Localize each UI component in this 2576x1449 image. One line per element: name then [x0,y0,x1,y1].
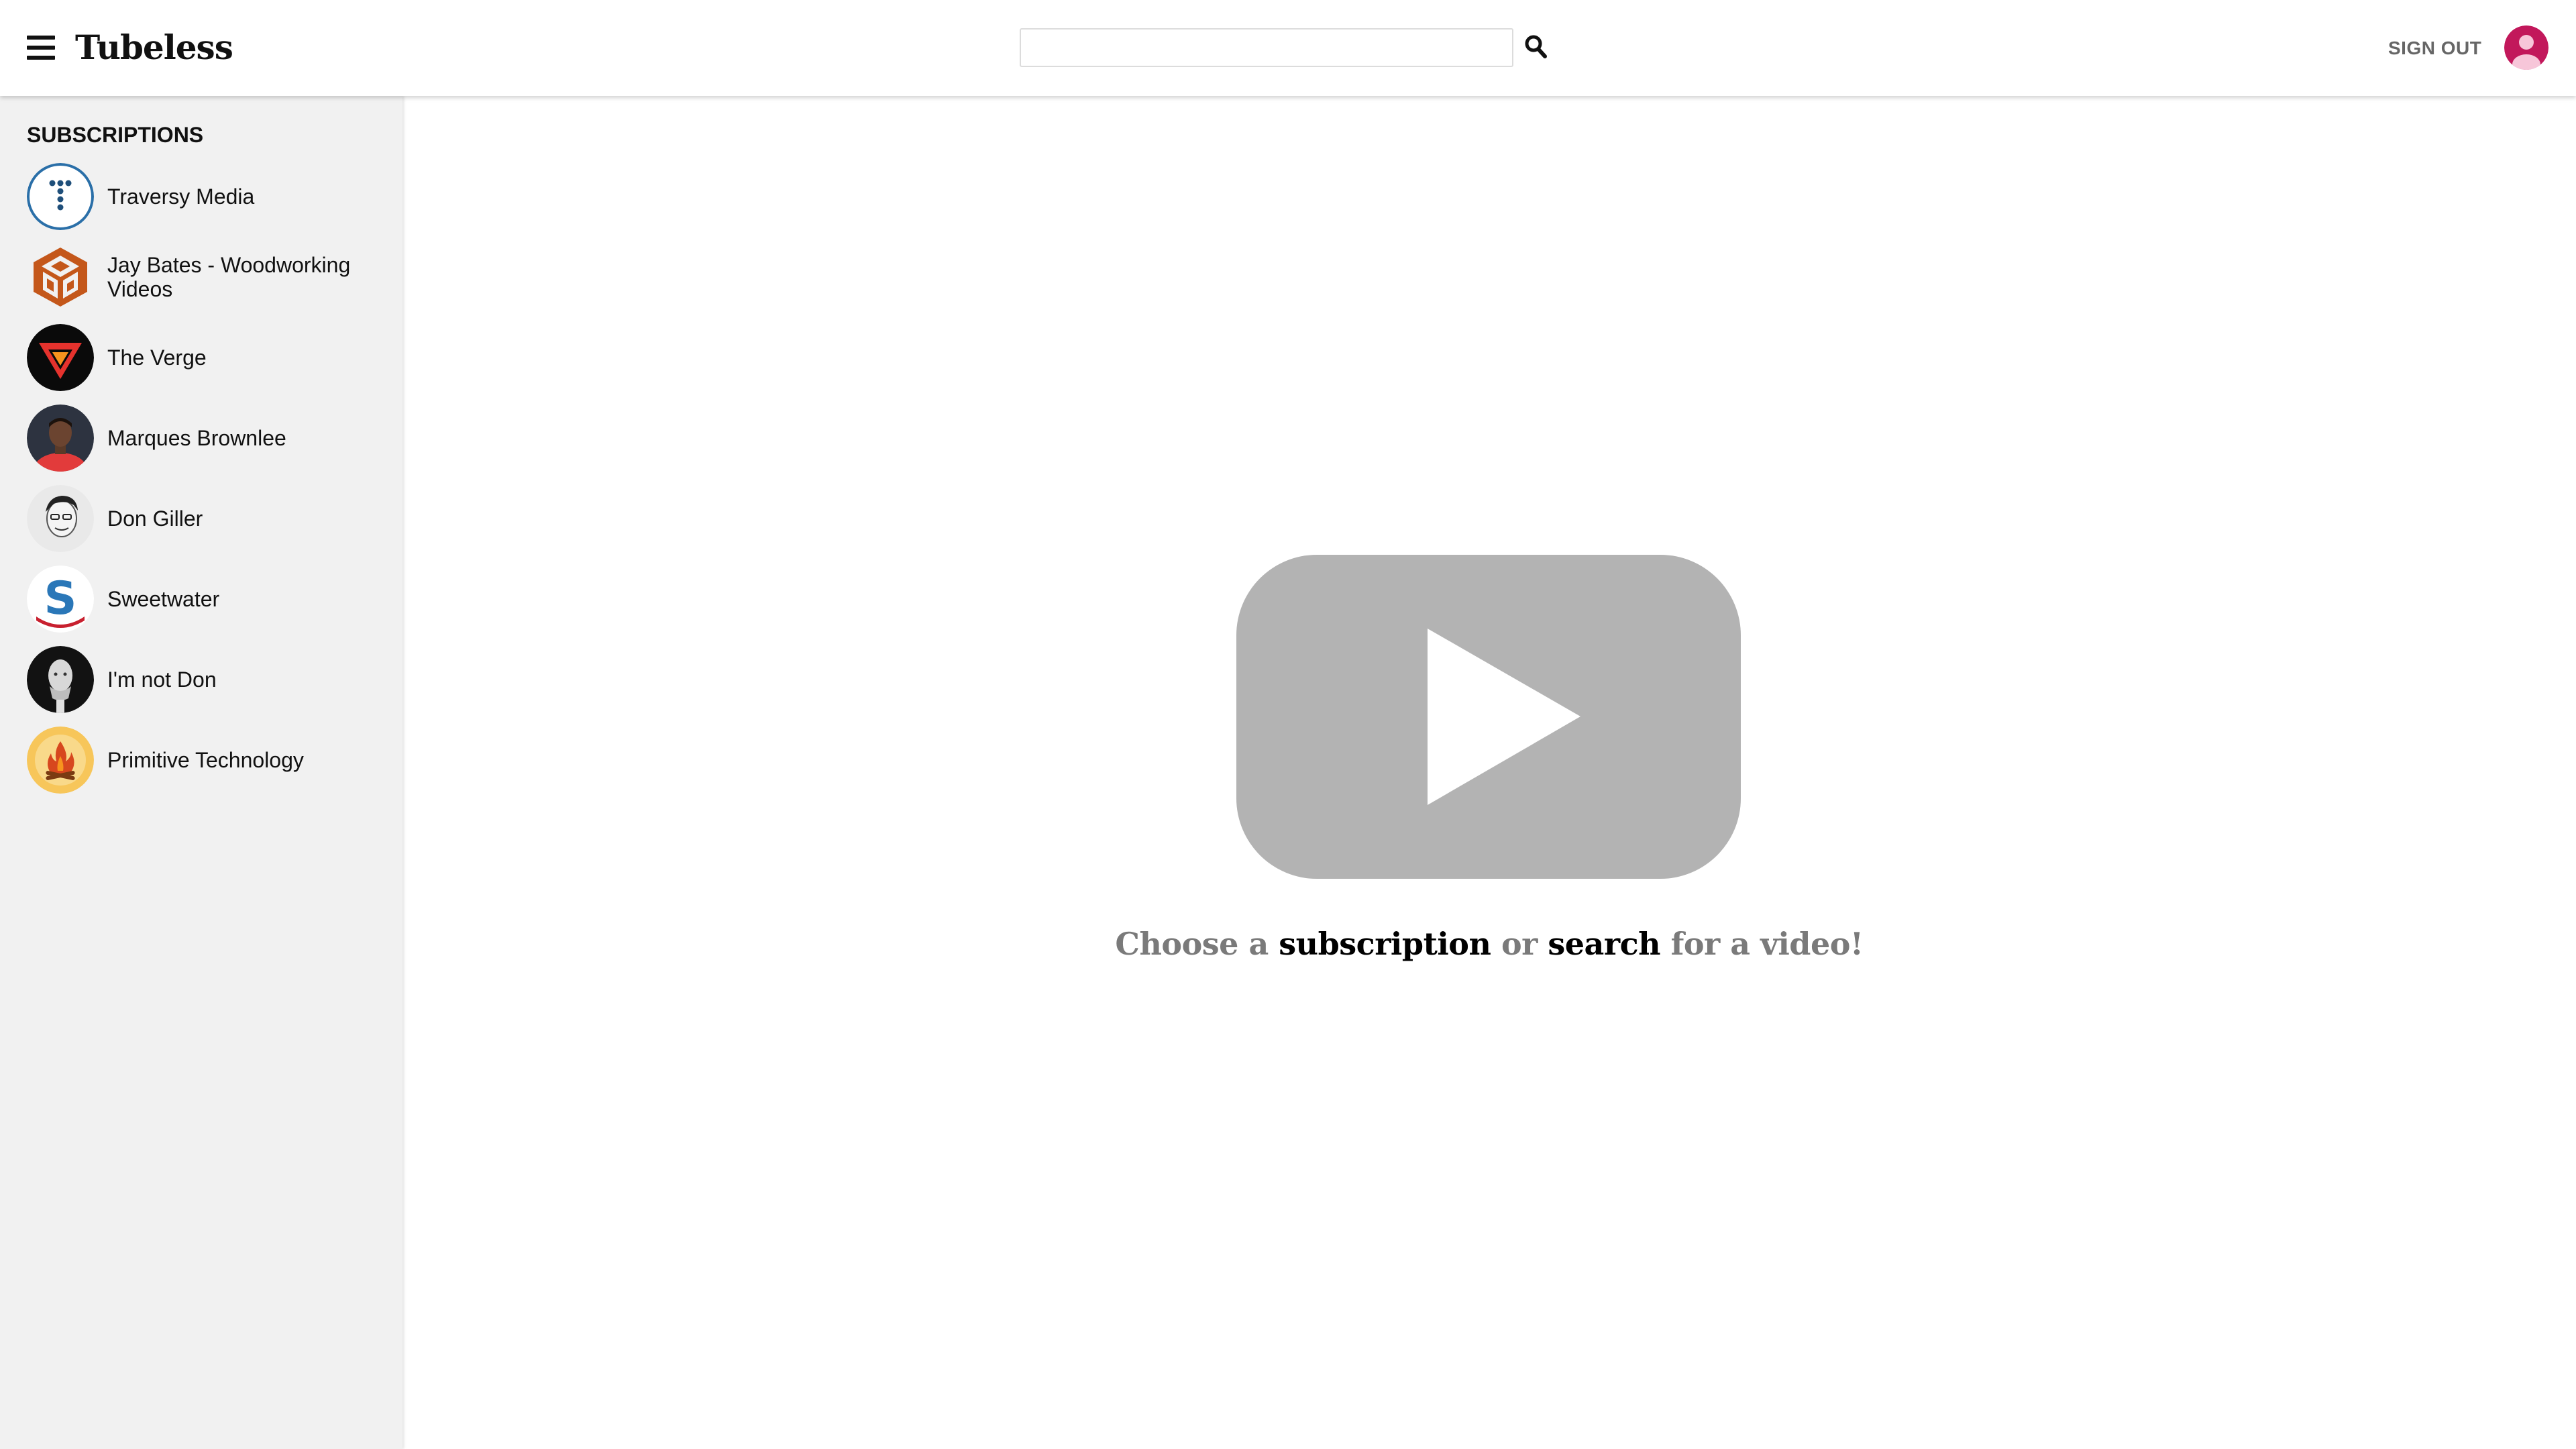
jay-bates-avatar-icon [27,244,94,311]
don-giller-avatar-icon [27,485,94,552]
sidebar: SUBSCRIPTIONS Traversy Media Jay Bates -… [0,96,402,1449]
subscription-name: Don Giller [107,506,203,531]
video-placeholder-play-icon [1236,555,1741,879]
search-icon[interactable] [1523,32,1550,62]
the-verge-avatar-icon [27,324,94,391]
menu-icon[interactable] [27,36,55,60]
marques-brownlee-avatar-icon [27,405,94,472]
user-avatar-icon[interactable] [2504,25,2548,70]
sign-out-button[interactable]: SIGN OUT [2388,34,2481,63]
subscription-name: Primitive Technology [107,748,304,772]
svg-text:S: S [44,572,77,625]
empty-state-prompt: Choose a subscription or search for a vi… [1006,926,1972,962]
search-link[interactable]: search [1548,926,1660,962]
prompt-text: Choose a [1115,926,1269,962]
subscription-name: Sweetwater [107,587,220,611]
prompt-text: for a video! [1670,926,1864,962]
subscription-link[interactable]: subscription [1279,926,1491,962]
primitive-technology-avatar-icon [27,727,94,794]
app-title: Tubeless [75,28,233,67]
subscription-item[interactable]: Don Giller [27,485,389,552]
sweetwater-avatar-icon: S [27,566,94,633]
subscription-name: The Verge [107,345,207,370]
subscription-name: I'm not Don [107,667,217,692]
subscription-item[interactable]: S Sweetwater [27,566,389,633]
im-not-don-avatar-icon [27,646,94,713]
subscription-name: Marques Brownlee [107,426,286,450]
subscription-name: Jay Bates - Woodworking Videos [107,253,351,301]
subscriptions-heading: SUBSCRIPTIONS [27,123,204,147]
prompt-text: or [1501,926,1538,962]
subscription-name: Traversy Media [107,184,255,209]
subscription-item[interactable]: Traversy Media [27,163,389,230]
traversy-media-avatar-icon [27,163,94,230]
search-input[interactable] [1020,28,1513,67]
subscription-item[interactable]: Marques Brownlee [27,405,389,472]
subscription-item[interactable]: Jay Bates - Woodworking Videos [27,244,389,311]
top-bar: Tubeless SIGN OUT [0,0,2576,96]
subscription-item[interactable]: The Verge [27,324,389,391]
subscription-item[interactable]: Primitive Technology [27,727,389,794]
subscription-item[interactable]: I'm not Don [27,646,389,713]
